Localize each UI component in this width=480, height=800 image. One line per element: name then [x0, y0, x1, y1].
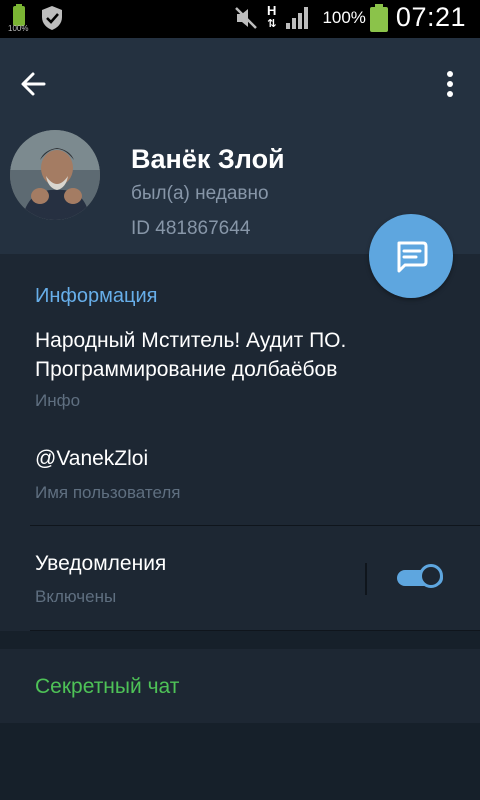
notifications-label[interactable]: Уведомления: [35, 552, 166, 576]
more-options-icon[interactable]: [440, 64, 460, 104]
data-arrows-icon: ⇅: [267, 18, 277, 30]
avatar-photo: [10, 130, 100, 220]
signal-icon: [286, 6, 309, 29]
avatar[interactable]: [10, 130, 100, 220]
background-fill: [0, 723, 480, 800]
section-title: Информация: [35, 285, 158, 307]
profile-name: Ванёк Злой: [131, 144, 285, 174]
chat-bubble-icon: [397, 241, 428, 273]
bio-label: Инфо: [35, 391, 81, 410]
username[interactable]: @VanekZloi: [35, 447, 148, 471]
mute-icon: [235, 6, 257, 29]
network-type-label: H: [267, 3, 277, 18]
vertical-divider: [365, 563, 367, 595]
back-arrow-icon[interactable]: [14, 64, 54, 104]
user-id: ID 481867644: [131, 218, 251, 239]
battery-icon: [369, 3, 388, 32]
last-seen-status: был(а) недавно: [131, 183, 269, 204]
clock: 07:21: [395, 2, 466, 32]
divider: [30, 525, 480, 526]
message-button[interactable]: [369, 214, 453, 298]
info-section: Информация Народный Мститель! Аудит ПО. …: [0, 254, 480, 631]
notifications-toggle[interactable]: [397, 564, 447, 592]
shield-icon: [42, 6, 62, 30]
bio-text[interactable]: Народный Мститель! Аудит ПО. Программиро…: [35, 326, 455, 384]
section-gap: [0, 631, 480, 649]
network-type-indicator: H ⇅: [267, 3, 277, 30]
battery-notification-label: 100%: [8, 24, 29, 33]
notifications-state: Включены: [35, 587, 117, 606]
username-label: Имя пользователя: [35, 483, 181, 502]
battery-percentage: 100%: [322, 7, 366, 27]
secret-chat-label[interactable]: Секретный чат: [35, 675, 179, 699]
status-bar: 100% H ⇅ 100% 07:21: [0, 0, 480, 38]
secret-chat-row[interactable]: Секретный чат: [0, 649, 480, 723]
battery-notification-icon: 100%: [8, 4, 30, 33]
